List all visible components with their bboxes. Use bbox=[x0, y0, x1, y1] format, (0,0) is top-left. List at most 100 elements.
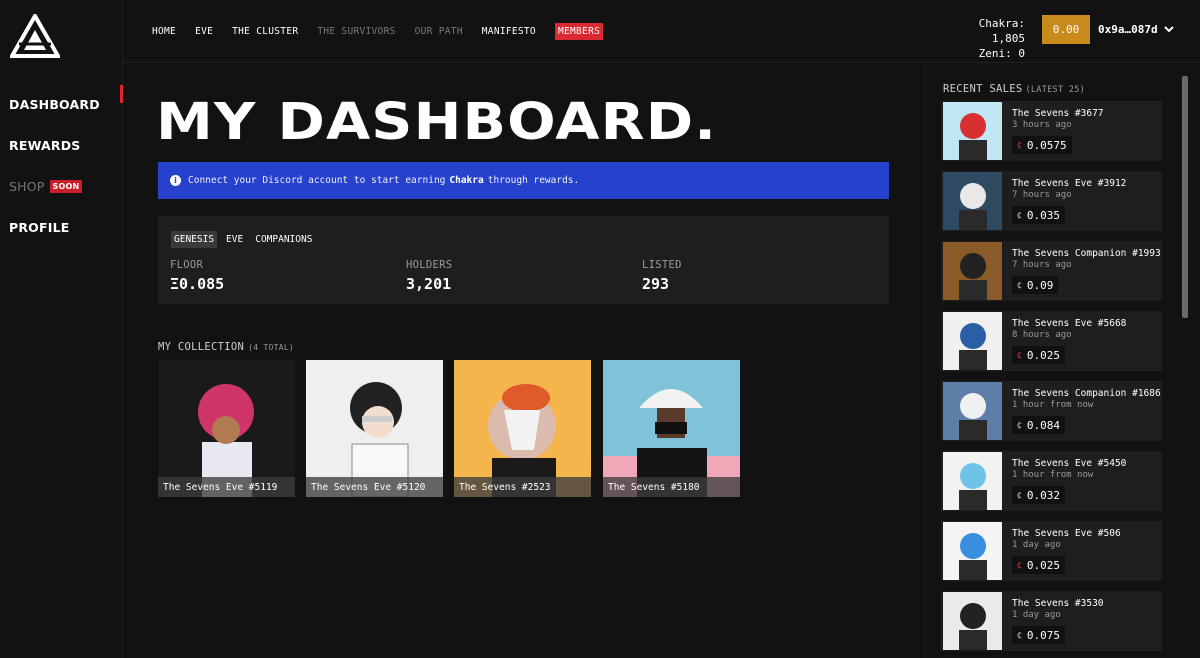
scrollbar[interactable] bbox=[1182, 76, 1188, 318]
sale-name: The Sevens #3677 bbox=[1012, 108, 1104, 119]
sale-thumbnail bbox=[943, 592, 1002, 650]
top-nav: HOME EVE THE CLUSTER THE SURVIVORS OUR P… bbox=[152, 23, 604, 40]
nft-card-name: The Sevens Eve #5120 bbox=[306, 477, 443, 497]
sale-name: The Sevens Eve #3912 bbox=[1012, 178, 1127, 189]
sidebar-nav: DASHBOARD REWARDS SHOP SOON PROFILE bbox=[0, 84, 123, 248]
sale-thumbnail bbox=[943, 312, 1002, 370]
sale-time: 8 hours ago bbox=[1012, 330, 1072, 340]
sale-thumbnail bbox=[943, 242, 1002, 300]
sale-time: 1 day ago bbox=[1012, 540, 1061, 550]
tab-companions[interactable]: COMPANIONS bbox=[252, 231, 315, 248]
sale-price: ₵ 0.025 bbox=[1012, 346, 1065, 364]
sidebar: DASHBOARD REWARDS SHOP SOON PROFILE bbox=[0, 0, 123, 658]
sidebar-item-shop[interactable]: SHOP SOON bbox=[0, 166, 123, 207]
nft-card[interactable]: The Sevens #2523 bbox=[454, 360, 591, 497]
stat-value: Ξ0.085 bbox=[170, 275, 225, 293]
nft-card[interactable]: The Sevens Eve #5120 bbox=[306, 360, 443, 497]
nav-link-manifesto[interactable]: MANIFESTO bbox=[482, 26, 536, 37]
sale-item[interactable]: The Sevens Companion #1686 1 hour from no… bbox=[941, 381, 1162, 441]
sale-price: ₵ 0.035 bbox=[1012, 206, 1065, 224]
stats-panel: GENESIS EVE COMPANIONS FLOOR Ξ0.085 HOLD… bbox=[158, 216, 889, 304]
nav-link-our-path[interactable]: OUR PATH bbox=[415, 26, 463, 37]
chakra-balance: Chakra: 1,805 bbox=[978, 17, 1025, 45]
nav-link-members[interactable]: MEMBERS bbox=[554, 23, 604, 40]
sale-item[interactable]: The Sevens Eve #3912 7 hours ago ₵ 0.035 bbox=[941, 171, 1162, 231]
token-icon: ₵ bbox=[1017, 280, 1022, 290]
nav-link-the-cluster[interactable]: THE CLUSTER bbox=[232, 26, 298, 37]
sale-price-value: 0.035 bbox=[1026, 208, 1060, 222]
sale-time: 1 hour from now bbox=[1012, 470, 1094, 480]
zeni-balance: Zeni: 0 bbox=[978, 47, 1025, 60]
sale-thumbnail bbox=[943, 172, 1002, 230]
sidebar-item-label: PROFILE bbox=[9, 220, 70, 235]
recent-sales-heading: RECENT SALES (LATEST 25) bbox=[943, 83, 1085, 95]
stat-label: HOLDERS bbox=[406, 259, 453, 271]
collection-title: MY COLLECTION bbox=[158, 341, 245, 353]
token-icon: ₵ bbox=[1017, 140, 1022, 150]
sale-item[interactable]: The Sevens #3677 3 hours ago ₵ 0.0575 bbox=[941, 101, 1162, 161]
sale-price-value: 0.075 bbox=[1026, 628, 1060, 642]
sale-time: 1 day ago bbox=[1012, 610, 1061, 620]
sale-name: The Sevens #3530 bbox=[1012, 598, 1104, 609]
nft-card[interactable]: The Sevens Eve #5119 bbox=[158, 360, 295, 497]
alert-bold-text: Chakra bbox=[449, 175, 484, 186]
token-icon: ₵ bbox=[1017, 420, 1022, 430]
sale-thumbnail bbox=[943, 382, 1002, 440]
sale-time: 7 hours ago bbox=[1012, 260, 1072, 270]
sale-item[interactable]: The Sevens Eve #5668 8 hours ago ₵ 0.025 bbox=[941, 311, 1162, 371]
sale-price: ₵ 0.032 bbox=[1012, 486, 1065, 504]
page-title: MY DASHBOARD. bbox=[156, 93, 718, 152]
sale-time: 1 hour from now bbox=[1012, 400, 1094, 410]
stat-value: 3,201 bbox=[406, 275, 452, 293]
sidebar-item-label: DASHBOARD bbox=[9, 97, 100, 112]
brand-logo-icon[interactable] bbox=[10, 14, 60, 58]
sale-price: ₵ 0.084 bbox=[1012, 416, 1065, 434]
sidebar-item-rewards[interactable]: REWARDS bbox=[0, 125, 123, 166]
sidebar-item-profile[interactable]: PROFILE bbox=[0, 207, 123, 248]
token-icon: ₵ bbox=[1017, 350, 1022, 360]
balance-button[interactable]: 0.00 bbox=[1042, 15, 1090, 44]
token-icon: ₵ bbox=[1017, 490, 1022, 500]
stat-value: 293 bbox=[642, 275, 670, 293]
sale-thumbnail bbox=[943, 522, 1002, 580]
sale-time: 7 hours ago bbox=[1012, 190, 1072, 200]
stat-floor: FLOOR Ξ0.085 bbox=[170, 259, 224, 293]
sale-item[interactable]: The Sevens #3530 1 day ago ₵ 0.075 bbox=[941, 591, 1162, 651]
sale-name: The Sevens Eve #506 bbox=[1012, 528, 1121, 539]
sale-time: 3 hours ago bbox=[1012, 120, 1072, 130]
sidebar-item-dashboard[interactable]: DASHBOARD bbox=[0, 84, 123, 125]
sale-price: ₵ 0.0575 bbox=[1012, 136, 1072, 154]
tab-eve[interactable]: EVE bbox=[223, 231, 246, 248]
sidebar-item-label: SHOP bbox=[9, 179, 45, 194]
chevron-down-icon bbox=[1163, 26, 1174, 33]
sale-item[interactable]: The Sevens Companion #1993 7 hours ago ₵ 0.… bbox=[941, 241, 1162, 301]
balances: Chakra: 1,805 Zeni: 0 bbox=[943, 16, 1025, 61]
recent-sales-panel: RECENT SALES (LATEST 25) The Sevens #3677… bbox=[924, 64, 1200, 658]
nft-card-name: The Sevens #2523 bbox=[454, 477, 591, 497]
sale-price-value: 0.084 bbox=[1026, 418, 1060, 432]
nav-link-the-survivors[interactable]: THE SURVIVORS bbox=[317, 26, 395, 37]
token-icon: ₵ bbox=[1017, 210, 1022, 220]
sale-item[interactable]: The Sevens Eve #506 1 day ago ₵ 0.025 bbox=[941, 521, 1162, 581]
sale-name: The Sevens Eve #5450 bbox=[1012, 458, 1127, 469]
stat-holders: HOLDERS 3,201 bbox=[406, 259, 452, 293]
tab-genesis[interactable]: GENESIS bbox=[171, 231, 218, 248]
nft-card[interactable]: The Sevens #5180 bbox=[603, 360, 740, 497]
wallet-menu[interactable]: 0x9a…087d bbox=[1098, 23, 1174, 36]
sale-thumbnail bbox=[943, 102, 1002, 160]
stat-label: LISTED bbox=[642, 259, 682, 271]
sale-thumbnail bbox=[943, 452, 1002, 510]
collection-tabs: GENESIS EVE COMPANIONS bbox=[171, 231, 315, 248]
nft-card-name: The Sevens #5180 bbox=[603, 477, 740, 497]
main-content: MY DASHBOARD. i Connect your Discord acc… bbox=[123, 64, 923, 658]
sale-price: ₵ 0.09 bbox=[1012, 276, 1059, 294]
recent-sales-title: RECENT SALES bbox=[943, 83, 1023, 95]
nav-link-eve[interactable]: EVE bbox=[195, 26, 213, 37]
sale-item[interactable]: The Sevens Eve #5450 1 hour from now ₵ 0.03… bbox=[941, 451, 1162, 511]
alert-text: Connect your Discord account to start ea… bbox=[188, 175, 446, 186]
sale-name: The Sevens Companion #1993 bbox=[1012, 248, 1161, 259]
sale-price-value: 0.09 bbox=[1026, 278, 1054, 292]
discord-alert: i Connect your Discord account to start … bbox=[158, 162, 889, 199]
stat-listed: LISTED 293 bbox=[642, 259, 682, 293]
nav-link-home[interactable]: HOME bbox=[152, 26, 176, 37]
